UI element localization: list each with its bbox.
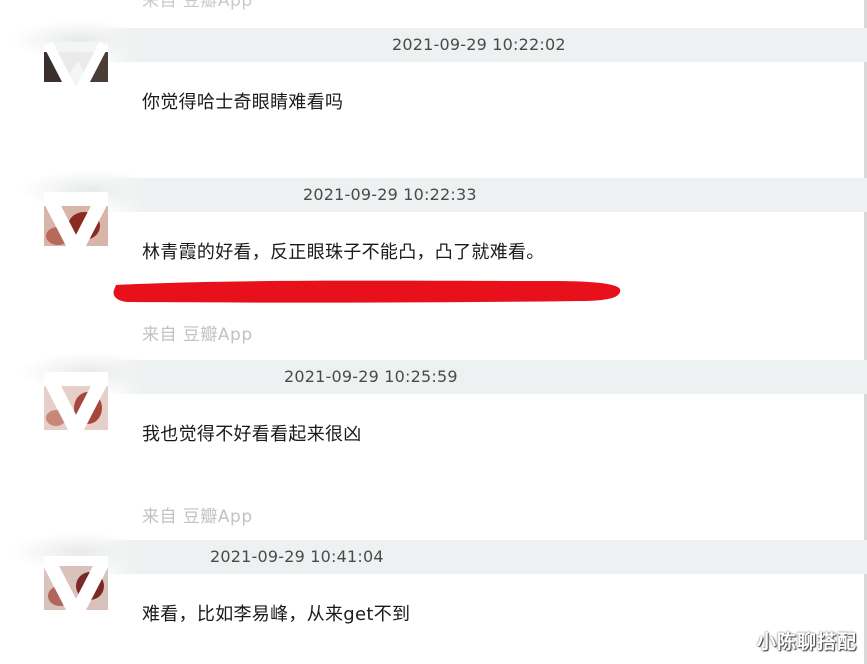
comment-header-bar [100, 360, 867, 394]
comment-text: 林青霞的好看，反正眼珠子不能凸，凸了就难看。 [142, 242, 545, 263]
user-avatar[interactable] [44, 192, 108, 256]
comment-timestamp: 2021-09-29 10:22:02 [392, 35, 566, 54]
red-highlight-marker [113, 280, 621, 303]
user-avatar[interactable] [44, 372, 108, 436]
comment-timestamp: 2021-09-29 10:22:33 [303, 185, 477, 204]
comment-source-partial: 来自 豆瓣App [142, 0, 253, 11]
user-avatar[interactable] [44, 42, 108, 106]
comment-timestamp: 2021-09-29 10:41:04 [210, 547, 384, 566]
comment-header-bar [90, 540, 867, 574]
comment-text: 难看，比如李易峰，从来get不到 [142, 604, 411, 625]
comment-source: 来自 豆瓣App [142, 325, 253, 345]
comment-header-bar [100, 178, 867, 212]
comment-source: 来自 豆瓣App [142, 507, 253, 527]
comment-text: 你觉得哈士奇眼睛难看吗 [142, 92, 344, 113]
comment-timestamp: 2021-09-29 10:25:59 [284, 367, 458, 386]
watermark-text: 小陈聊搭配 [756, 631, 857, 653]
comment-text: 我也觉得不好看看起来很凶 [142, 424, 362, 445]
comment-thread-screenshot: 来自 豆瓣App 2021-09-29 10:22:02 你觉得哈士奇眼睛难看吗… [0, 0, 867, 664]
user-avatar[interactable] [44, 556, 108, 620]
